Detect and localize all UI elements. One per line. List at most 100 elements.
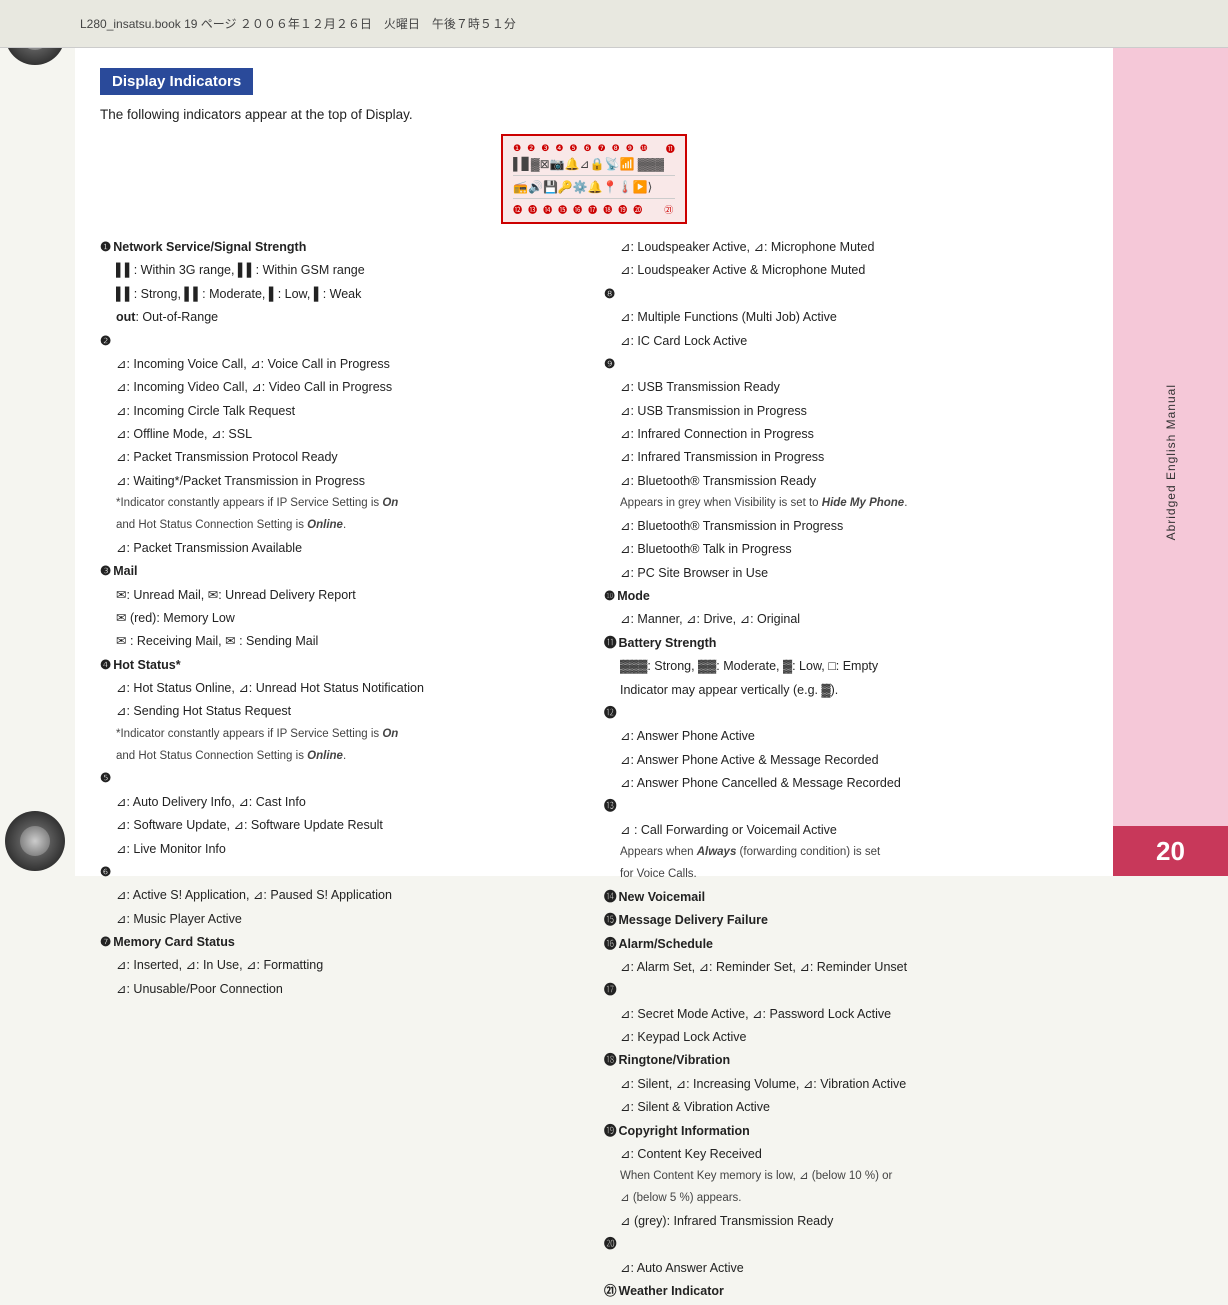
rc-detail-1: ⊿: Loudspeaker Active, ⊿: Microphone Mut…	[604, 238, 1088, 257]
item-2-heading: ❷	[100, 332, 584, 351]
grid-num-19: ⓳	[618, 203, 627, 216]
item-2-detail-3: ⊿: Incoming Circle Talk Request	[100, 402, 584, 421]
item-2-detail-1: ⊿: Incoming Voice Call, ⊿: Voice Call in…	[100, 355, 584, 374]
item-2-detail-4: ⊿: Offline Mode, ⊿: SSL	[100, 425, 584, 444]
grid-num-9: ❾	[626, 143, 634, 154]
chapter-number: 20	[1156, 836, 1185, 867]
item-18-heading: ⓲Ringtone/Vibration	[604, 1051, 1088, 1070]
sidebar-label: Abridged English Manual	[1164, 384, 1178, 540]
item-10-heading: ❿Mode	[604, 587, 1088, 606]
item-9-detail-7: ⊿: Bluetooth® Talk in Progress	[604, 540, 1088, 559]
header-text: L280_insatsu.book 19 ページ ２００６年１２月２６日 火曜日…	[80, 15, 516, 32]
grid-num-2: ❷	[527, 143, 535, 154]
item-5-detail-1: ⊿: Auto Delivery Info, ⊿: Cast Info	[100, 793, 584, 812]
item-2-note2: and Hot Status Connection Setting is Onl…	[100, 517, 584, 535]
item-10-detail-1: ⊿: Manner, ⊿: Drive, ⊿: Original	[604, 610, 1088, 629]
grid-num-16: ⓰	[573, 203, 582, 216]
grid-num-3: ❸	[541, 143, 549, 154]
grid-row-icons2: 📻🔊💾🔑⚙️🔔📍🌡️▶️⟩	[513, 180, 675, 194]
item-5-heading: ❺	[100, 769, 584, 788]
left-column: ❶Network Service/Signal Strength ▌▌: Wit…	[100, 238, 584, 1305]
item-13-note: Appears when Always (forwarding conditio…	[604, 844, 1088, 862]
item-9-detail-3: ⊿: Infrared Connection in Progress	[604, 425, 1088, 444]
item-4-heading: ❹Hot Status*	[100, 656, 584, 675]
item-2-detail-2: ⊿: Incoming Video Call, ⊿: Video Call in…	[100, 378, 584, 397]
item-9-detail-6: ⊿: Bluetooth® Transmission in Progress	[604, 517, 1088, 536]
corner-ornament-bl	[5, 811, 65, 871]
item-6-detail-2: ⊿: Music Player Active	[100, 910, 584, 929]
item-1-detail-2: ▌▌: Strong, ▌▌: Moderate, ▌: Low, ▌: Wea…	[100, 285, 584, 304]
item-8-detail-1: ⊿: Multiple Functions (Multi Job) Active	[604, 308, 1088, 327]
item-2-note: *Indicator constantly appears if IP Serv…	[100, 495, 584, 513]
intro-text: The following indicators appear at the t…	[100, 107, 1088, 122]
two-column-layout: ❶Network Service/Signal Strength ▌▌: Wit…	[100, 238, 1088, 1305]
grid-row-icons1: ▌▊▓⊠📷🔔⊿🔒📡📶 ▓▓▓	[513, 157, 675, 171]
item-13-note2: for Voice Calls.	[604, 866, 1088, 884]
grid-num-5: ❺	[569, 143, 577, 154]
item-5-detail-2: ⊿: Software Update, ⊿: Software Update R…	[100, 816, 584, 835]
item-16-detail-1: ⊿: Alarm Set, ⊿: Reminder Set, ⊿: Remind…	[604, 958, 1088, 977]
section-title: Display Indicators	[100, 68, 253, 95]
grid-row-numbers: ❶ ❷ ❸ ❹ ❺ ❻ ❼ ❽ ❾ ❿ ⓫	[513, 142, 675, 155]
item-13-detail-1: ⊿ : Call Forwarding or Voicemail Active	[604, 821, 1088, 840]
display-grid-container: ❶ ❷ ❸ ❹ ❺ ❻ ❼ ❽ ❾ ❿ ⓫ ▌▊▓⊠📷🔔⊿🔒📡📶 ▓▓▓	[100, 134, 1088, 224]
item-19-detail-2: ⊿ (grey): Infrared Transmission Ready	[604, 1212, 1088, 1231]
grid-num-8: ❽	[612, 143, 620, 154]
item-11-heading: ⓫Battery Strength	[604, 634, 1088, 653]
item-3-heading: ❸Mail	[100, 562, 584, 581]
item-16-heading: ⓰Alarm/Schedule	[604, 935, 1088, 954]
item-19-detail-1: ⊿: Content Key Received	[604, 1145, 1088, 1164]
item-4-note2: and Hot Status Connection Setting is Onl…	[100, 748, 584, 766]
item-9-heading: ❾	[604, 355, 1088, 374]
item-20-detail-1: ⊿: Auto Answer Active	[604, 1259, 1088, 1278]
right-sidebar: Abridged English Manual	[1113, 48, 1228, 876]
item-17-heading: ⓱	[604, 981, 1088, 1000]
item-15-heading: ⓯Message Delivery Failure	[604, 911, 1088, 930]
item-8-detail-2: ⊿: IC Card Lock Active	[604, 332, 1088, 351]
item-4-detail-2: ⊿: Sending Hot Status Request	[100, 702, 584, 721]
item-9-detail-4: ⊿: Infrared Transmission in Progress	[604, 448, 1088, 467]
chapter-box: 20	[1113, 826, 1228, 876]
item-5-detail-3: ⊿: Live Monitor Info	[100, 840, 584, 859]
item-19-note: When Content Key memory is low, ⊿ (below…	[604, 1168, 1088, 1186]
right-column: ⊿: Loudspeaker Active, ⊿: Microphone Mut…	[604, 238, 1088, 1305]
item-19-note2: ⊿ (below 5 %) appears.	[604, 1190, 1088, 1208]
item-20-heading: ⓴	[604, 1235, 1088, 1254]
item-9-detail-5: ⊿: Bluetooth® Transmission Ready	[604, 472, 1088, 491]
grid-num-14: ⓮	[543, 203, 552, 216]
grid-separator	[513, 175, 675, 176]
item-6-detail-1: ⊿: Active S! Application, ⊿: Paused S! A…	[100, 886, 584, 905]
item-9-detail-2: ⊿: USB Transmission in Progress	[604, 402, 1088, 421]
grid-icon-row2: 📻🔊💾🔑⚙️🔔📍🌡️▶️⟩	[513, 180, 652, 194]
item-7-detail-2: ⊿: Unusable/Poor Connection	[100, 980, 584, 999]
item-14-heading: ⓮New Voicemail	[604, 888, 1088, 907]
grid-num-4: ❹	[555, 143, 563, 154]
item-7-heading: ❼Memory Card Status	[100, 933, 584, 952]
main-content: Display Indicators The following indicat…	[75, 48, 1113, 876]
grid-icon-row1: ▌▊▓⊠📷🔔⊿🔒📡📶 ▓▓▓	[513, 157, 664, 171]
grid-num-6: ❻	[583, 143, 591, 154]
item-13-heading: ⓭	[604, 797, 1088, 816]
header-bar: L280_insatsu.book 19 ページ ２００６年１２月２６日 火曜日…	[0, 0, 1228, 48]
grid-num-15: ⓯	[558, 203, 567, 216]
item-9-detail-8: ⊿: PC Site Browser in Use	[604, 564, 1088, 583]
item-17-detail-2: ⊿: Keypad Lock Active	[604, 1028, 1088, 1047]
item-4-detail-1: ⊿: Hot Status Online, ⊿: Unread Hot Stat…	[100, 679, 584, 698]
item-21-heading: ㉑Weather Indicator	[604, 1282, 1088, 1301]
grid-num-13: ⓭	[528, 203, 537, 216]
grid-num-12: ⓬	[513, 203, 522, 216]
grid-num-20: ⓴	[633, 203, 642, 216]
item-2-detail-5: ⊿: Waiting*/Packet Transmission in Progr…	[100, 472, 584, 491]
item-6-heading: ❻	[100, 863, 584, 882]
display-grid: ❶ ❷ ❸ ❹ ❺ ❻ ❼ ❽ ❾ ❿ ⓫ ▌▊▓⊠📷🔔⊿🔒📡📶 ▓▓▓	[501, 134, 687, 224]
grid-separator2	[513, 198, 675, 199]
grid-num-10: ❿	[640, 143, 648, 154]
item-19-heading: ⓳Copyright Information	[604, 1122, 1088, 1141]
item-1-detail-3: out: Out-of-Range	[100, 308, 584, 327]
item-2-detail-packet-ready: ⊿: Packet Transmission Protocol Ready	[100, 448, 584, 467]
item-3-detail-3: ✉ : Receiving Mail, ✉ : Sending Mail	[100, 632, 584, 651]
item-8-heading: ❽	[604, 285, 1088, 304]
grid-num-17: ⓱	[588, 203, 597, 216]
grid-num-7: ❼	[598, 143, 606, 154]
item-12-detail-answer-active: ⊿: Answer Phone Active	[604, 727, 1088, 746]
